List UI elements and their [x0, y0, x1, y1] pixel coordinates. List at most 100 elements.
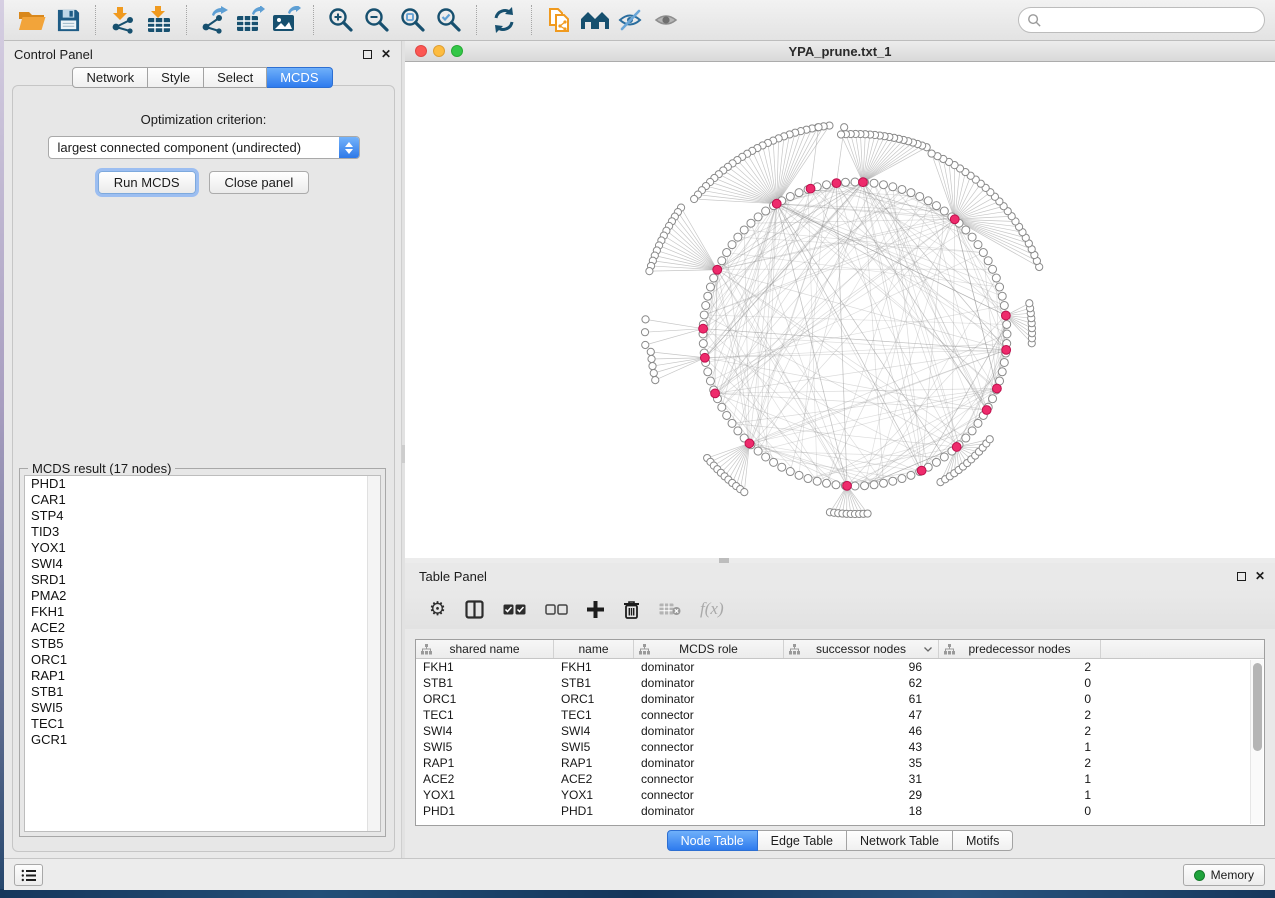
table-cell[interactable]: ORC1 — [554, 691, 634, 707]
tab-motifs[interactable]: Motifs — [953, 830, 1013, 851]
mcds-list-scrollbar[interactable] — [367, 476, 380, 831]
network-node[interactable] — [907, 189, 915, 197]
import-network-icon[interactable] — [105, 4, 141, 36]
table-cell[interactable]: SWI5 — [554, 739, 634, 755]
mcds-result-item[interactable]: SRD1 — [25, 572, 380, 588]
network-node[interactable] — [823, 181, 831, 189]
tab-network[interactable]: Network — [72, 67, 148, 88]
network-node[interactable] — [734, 233, 742, 241]
mcds-hub-node[interactable] — [806, 184, 815, 193]
tab-select[interactable]: Select — [204, 67, 267, 88]
network-node[interactable] — [786, 468, 794, 476]
table-cell[interactable]: dominator — [634, 755, 784, 771]
table-cell[interactable]: dominator — [634, 723, 784, 739]
create-column-plus-icon[interactable] — [587, 601, 604, 618]
mcds-hub-node[interactable] — [1001, 311, 1010, 320]
table-cell[interactable]: 29 — [784, 787, 939, 803]
export-image-icon[interactable] — [268, 4, 304, 36]
mcds-result-item[interactable]: SWI5 — [25, 700, 380, 716]
mcds-result-item[interactable]: YOX1 — [25, 540, 380, 556]
network-node[interactable] — [786, 192, 794, 200]
network-node[interactable] — [1000, 358, 1008, 366]
mcds-result-item[interactable]: PMA2 — [25, 588, 380, 604]
table-cell[interactable]: 62 — [784, 675, 939, 691]
network-node[interactable] — [940, 453, 948, 461]
network-node[interactable] — [992, 274, 1000, 282]
network-node[interactable] — [1003, 330, 1011, 338]
network-node[interactable] — [879, 479, 887, 487]
mcds-hub-node[interactable] — [982, 406, 991, 415]
table-cell[interactable]: TEC1 — [554, 707, 634, 723]
table-cell[interactable]: dominator — [634, 675, 784, 691]
network-node[interactable] — [889, 183, 897, 191]
mcds-result-item[interactable]: RAP1 — [25, 668, 380, 684]
mcds-result-item[interactable]: TID3 — [25, 524, 380, 540]
delete-column-trash-icon[interactable] — [623, 600, 640, 619]
zoom-out-icon[interactable] — [359, 4, 395, 36]
close-panel-button[interactable]: Close panel — [209, 171, 310, 194]
table-cell[interactable]: connector — [634, 787, 784, 803]
network-node[interactable] — [704, 368, 712, 376]
mcds-hub-node[interactable] — [952, 443, 961, 452]
network-node[interactable] — [998, 368, 1006, 376]
table-cell[interactable]: ORC1 — [416, 691, 554, 707]
column-header-shared-name[interactable]: shared name — [416, 640, 554, 658]
mcds-result-item[interactable]: STB1 — [25, 684, 380, 700]
open-folder-icon[interactable] — [14, 4, 50, 36]
refresh-layout-icon[interactable] — [486, 4, 522, 36]
network-node[interactable] — [932, 458, 940, 466]
table-cell[interactable]: FKH1 — [554, 659, 634, 675]
network-node[interactable] — [998, 292, 1006, 300]
tab-edge-table[interactable]: Edge Table — [758, 830, 847, 851]
table-cell[interactable]: RAP1 — [416, 755, 554, 771]
network-node[interactable] — [984, 257, 992, 265]
table-cell[interactable]: dominator — [634, 803, 784, 819]
table-row[interactable]: TEC1TEC1connector472 — [416, 707, 1249, 723]
network-node[interactable] — [778, 463, 786, 471]
tab-style[interactable]: Style — [148, 67, 204, 88]
mcds-result-item[interactable]: CAR1 — [25, 492, 380, 508]
network-graph[interactable] — [405, 62, 1273, 558]
network-node[interactable] — [907, 471, 915, 479]
table-cell[interactable]: 1 — [939, 739, 1101, 755]
table-cell[interactable]: ACE2 — [554, 771, 634, 787]
network-node[interactable] — [762, 453, 770, 461]
table-cell[interactable]: 2 — [939, 723, 1101, 739]
network-node[interactable] — [740, 226, 748, 234]
table-cell[interactable]: 31 — [784, 771, 939, 787]
close-panel-icon[interactable]: ✕ — [1255, 570, 1265, 582]
network-node[interactable] — [989, 265, 997, 273]
network-node[interactable] — [649, 362, 656, 369]
table-cell[interactable]: 0 — [939, 675, 1101, 691]
table-row[interactable]: PHD1PHD1dominator180 — [416, 803, 1249, 819]
mcds-result-item[interactable]: PHD1 — [25, 476, 380, 492]
network-node[interactable] — [642, 316, 649, 323]
mcds-hub-node[interactable] — [700, 353, 709, 362]
table-cell[interactable]: SWI5 — [416, 739, 554, 755]
table-cell[interactable]: PHD1 — [554, 803, 634, 819]
network-node[interactable] — [795, 471, 803, 479]
table-cell[interactable]: 47 — [784, 707, 939, 723]
table-row[interactable]: FKH1FKH1dominator962 — [416, 659, 1249, 675]
network-node[interactable] — [710, 274, 718, 282]
select-all-checkboxes-icon[interactable] — [503, 604, 526, 615]
network-canvas[interactable] — [405, 62, 1275, 558]
network-node[interactable] — [728, 419, 736, 427]
mcds-hub-node[interactable] — [711, 389, 720, 398]
table-cell[interactable]: PHD1 — [416, 803, 554, 819]
network-node[interactable] — [974, 419, 982, 427]
network-node[interactable] — [996, 283, 1004, 291]
search-box[interactable] — [1018, 7, 1265, 33]
network-node[interactable] — [804, 475, 812, 483]
table-cell[interactable]: 1 — [939, 771, 1101, 787]
network-node[interactable] — [861, 482, 869, 490]
network-node[interactable] — [647, 348, 654, 355]
sort-chevron-icon[interactable] — [924, 647, 932, 652]
float-panel-icon[interactable] — [363, 50, 372, 59]
network-node[interactable] — [652, 377, 659, 384]
mcds-hub-node[interactable] — [917, 466, 926, 475]
mcds-hub-node[interactable] — [859, 178, 868, 187]
network-window-titlebar[interactable]: YPA_prune.txt_1 — [405, 41, 1275, 62]
network-node[interactable] — [718, 403, 726, 411]
network-node[interactable] — [754, 447, 762, 455]
